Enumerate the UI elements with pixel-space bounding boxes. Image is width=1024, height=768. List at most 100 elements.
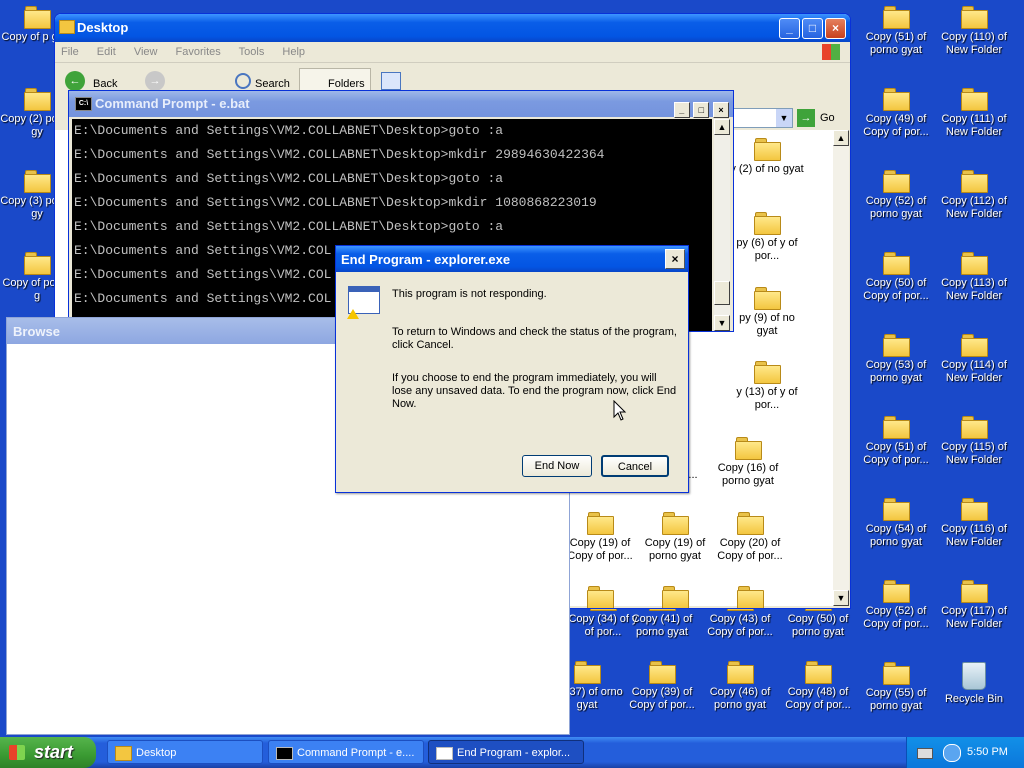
scroll-down-button[interactable]: ▼ bbox=[833, 590, 849, 606]
minimize-button[interactable]: _ bbox=[673, 102, 690, 118]
maximize-button[interactable]: □ bbox=[693, 102, 710, 118]
start-label: start bbox=[34, 742, 74, 762]
desktop-icon-bottom-r2-4[interactable]: Copy (48) of Copy of por... bbox=[781, 661, 855, 712]
end-program-dialog[interactable]: End Program - explorer.exe × This progra… bbox=[335, 245, 689, 493]
scroll-down-button[interactable]: ▼ bbox=[714, 315, 730, 331]
taskbar-item-label: Command Prompt - e.... bbox=[297, 747, 415, 759]
explorer-item-2[interactable]: py (6) of y of por... bbox=[730, 212, 804, 263]
scroll-up-button[interactable]: ▲ bbox=[714, 119, 730, 135]
folder-icon bbox=[737, 586, 764, 608]
menu-favorites[interactable]: Favorites bbox=[176, 46, 221, 58]
folders-button-label: Folders bbox=[328, 78, 365, 90]
cancel-button[interactable]: Cancel bbox=[601, 455, 669, 477]
start-button[interactable]: start bbox=[0, 737, 96, 768]
cmd-titlebar[interactable]: C:\ Command Prompt - e.bat _ □ × bbox=[69, 91, 733, 118]
desktop-icon-right-6[interactable]: Copy (112) of New Folder bbox=[937, 170, 1011, 221]
desktop-icon-right-1[interactable]: Copy (51) of porno gyat bbox=[859, 6, 933, 57]
maximize-button[interactable]: □ bbox=[802, 18, 823, 39]
desktop-icon-right-7[interactable]: Copy (50) of Copy of por... bbox=[859, 252, 933, 303]
desktop-icon-right-12[interactable]: Copy (115) of New Folder bbox=[937, 416, 1011, 467]
close-button[interactable]: × bbox=[825, 18, 846, 39]
clock-icon[interactable] bbox=[943, 744, 961, 762]
menu-file[interactable]: File bbox=[61, 46, 79, 58]
desktop-icon-label: Copy (39) of Copy of por... bbox=[629, 686, 695, 711]
folder-icon bbox=[961, 498, 988, 521]
windows-flag-icon bbox=[9, 745, 25, 760]
address-dropdown[interactable]: ▼ bbox=[731, 108, 793, 128]
scroll-thumb[interactable] bbox=[714, 281, 730, 305]
folder-icon bbox=[754, 287, 781, 310]
desktop-icon-label: Copy (51) of Copy of por... bbox=[863, 441, 929, 466]
window-icon bbox=[436, 747, 453, 760]
desktop-icon-right-13[interactable]: Copy (54) of porno gyat bbox=[859, 498, 933, 549]
desktop-icon-right-14[interactable]: Copy (116) of New Folder bbox=[937, 498, 1011, 549]
folder-icon bbox=[883, 334, 910, 357]
desktop-icon-right-11[interactable]: Copy (51) of Copy of por... bbox=[859, 416, 933, 467]
folder-icon bbox=[737, 512, 764, 535]
explorer-menubar: File Edit View Favorites Tools Help bbox=[55, 42, 850, 63]
menu-view[interactable]: View bbox=[134, 46, 158, 58]
taskbar-item-desktop[interactable]: Desktop bbox=[107, 740, 263, 764]
explorer-scrollbar[interactable]: ▲ ▼ bbox=[833, 130, 849, 606]
folder-icon bbox=[883, 6, 910, 29]
dialog-titlebar[interactable]: End Program - explorer.exe × bbox=[336, 246, 688, 272]
folder-icon bbox=[883, 170, 910, 193]
desktop-icon-right-2[interactable]: Copy (110) of New Folder bbox=[937, 6, 1011, 57]
folder-icon bbox=[574, 661, 601, 684]
explorer-item-3[interactable]: py (9) of no gyat bbox=[730, 287, 804, 338]
back-arrow-icon[interactable]: ← bbox=[65, 71, 85, 91]
desktop-icon-recycle-bin[interactable]: Recycle Bin bbox=[937, 662, 1011, 706]
desktop-icon-right-17[interactable]: Copy (55) of porno gyat bbox=[859, 662, 933, 713]
explorer-titlebar[interactable]: Desktop _ □ × bbox=[55, 14, 850, 42]
folder-icon bbox=[883, 662, 910, 685]
scroll-up-button[interactable]: ▲ bbox=[833, 130, 849, 146]
desktop-icon-right-15[interactable]: Copy (52) of Copy of por... bbox=[859, 580, 933, 631]
desktop-icon-right-9[interactable]: Copy (53) of porno gyat bbox=[859, 334, 933, 385]
explorer-item-10[interactable] bbox=[638, 586, 712, 608]
forward-arrow-icon[interactable]: → bbox=[145, 71, 165, 91]
explorer-item-7[interactable]: Copy (19) of porno gyat bbox=[638, 512, 712, 563]
taskbar-item-end-program[interactable]: End Program - explor... bbox=[428, 740, 584, 764]
browse-title: Browse bbox=[13, 324, 60, 339]
mouse-cursor-icon bbox=[613, 400, 627, 421]
close-button[interactable]: × bbox=[713, 102, 729, 118]
back-button-label[interactable]: Back bbox=[93, 78, 117, 90]
keyboard-icon[interactable] bbox=[917, 748, 933, 759]
desktop-icon-right-5[interactable]: Copy (52) of porno gyat bbox=[859, 170, 933, 221]
explorer-item-9[interactable] bbox=[563, 586, 637, 608]
menu-tools[interactable]: Tools bbox=[239, 46, 265, 58]
desktop-icon-right-4[interactable]: Copy (111) of New Folder bbox=[937, 88, 1011, 139]
folder-icon bbox=[961, 580, 988, 603]
explorer-item-11[interactable] bbox=[713, 586, 787, 608]
desktop-icon-bottom-r2-3[interactable]: Copy (46) of porno gyat bbox=[703, 661, 777, 712]
explorer-item-4[interactable]: y (13) of y of por... bbox=[730, 361, 804, 412]
taskbar-item-command-prompt[interactable]: Command Prompt - e.... bbox=[268, 740, 424, 764]
folder-icon bbox=[805, 661, 832, 684]
end-now-button[interactable]: End Now bbox=[522, 455, 592, 477]
explorer-title: Desktop bbox=[77, 20, 129, 35]
cmd-scrollbar[interactable]: ▲ ▼ bbox=[714, 119, 730, 331]
desktop-icon-label: Copy (43) of Copy of por... bbox=[707, 613, 773, 638]
search-icon[interactable] bbox=[235, 73, 251, 89]
views-icon[interactable] bbox=[381, 72, 401, 90]
close-button[interactable]: × bbox=[665, 249, 685, 269]
desktop-icon-right-8[interactable]: Copy (113) of New Folder bbox=[937, 252, 1011, 303]
explorer-item-6[interactable]: Copy (19) of Copy of por... bbox=[563, 512, 637, 563]
desktop-icon-right-16[interactable]: Copy (117) of New Folder bbox=[937, 580, 1011, 631]
menu-help[interactable]: Help bbox=[282, 46, 305, 58]
desktop-icon-label: Copy (52) of porno gyat bbox=[865, 195, 927, 220]
explorer-item-1[interactable]: y (2) of no gyat bbox=[730, 138, 804, 176]
explorer-item-8[interactable]: Copy (20) of Copy of por... bbox=[713, 512, 787, 563]
search-button-label[interactable]: Search bbox=[255, 78, 290, 90]
desktop-icon-right-10[interactable]: Copy (114) of New Folder bbox=[937, 334, 1011, 385]
desktop-icon-right-3[interactable]: Copy (49) of Copy of por... bbox=[859, 88, 933, 139]
go-button[interactable]: → Go bbox=[797, 109, 845, 127]
folder-icon bbox=[587, 512, 614, 535]
folder-icon bbox=[587, 586, 614, 608]
tray-clock[interactable]: 5:50 PM bbox=[967, 746, 1008, 758]
folder-icon bbox=[961, 6, 988, 29]
minimize-button[interactable]: _ bbox=[779, 18, 800, 39]
desktop-icon-bottom-r2-2[interactable]: Copy (39) of Copy of por... bbox=[625, 661, 699, 712]
explorer-item-5[interactable]: Copy (16) of porno gyat bbox=[711, 437, 785, 488]
menu-edit[interactable]: Edit bbox=[97, 46, 116, 58]
